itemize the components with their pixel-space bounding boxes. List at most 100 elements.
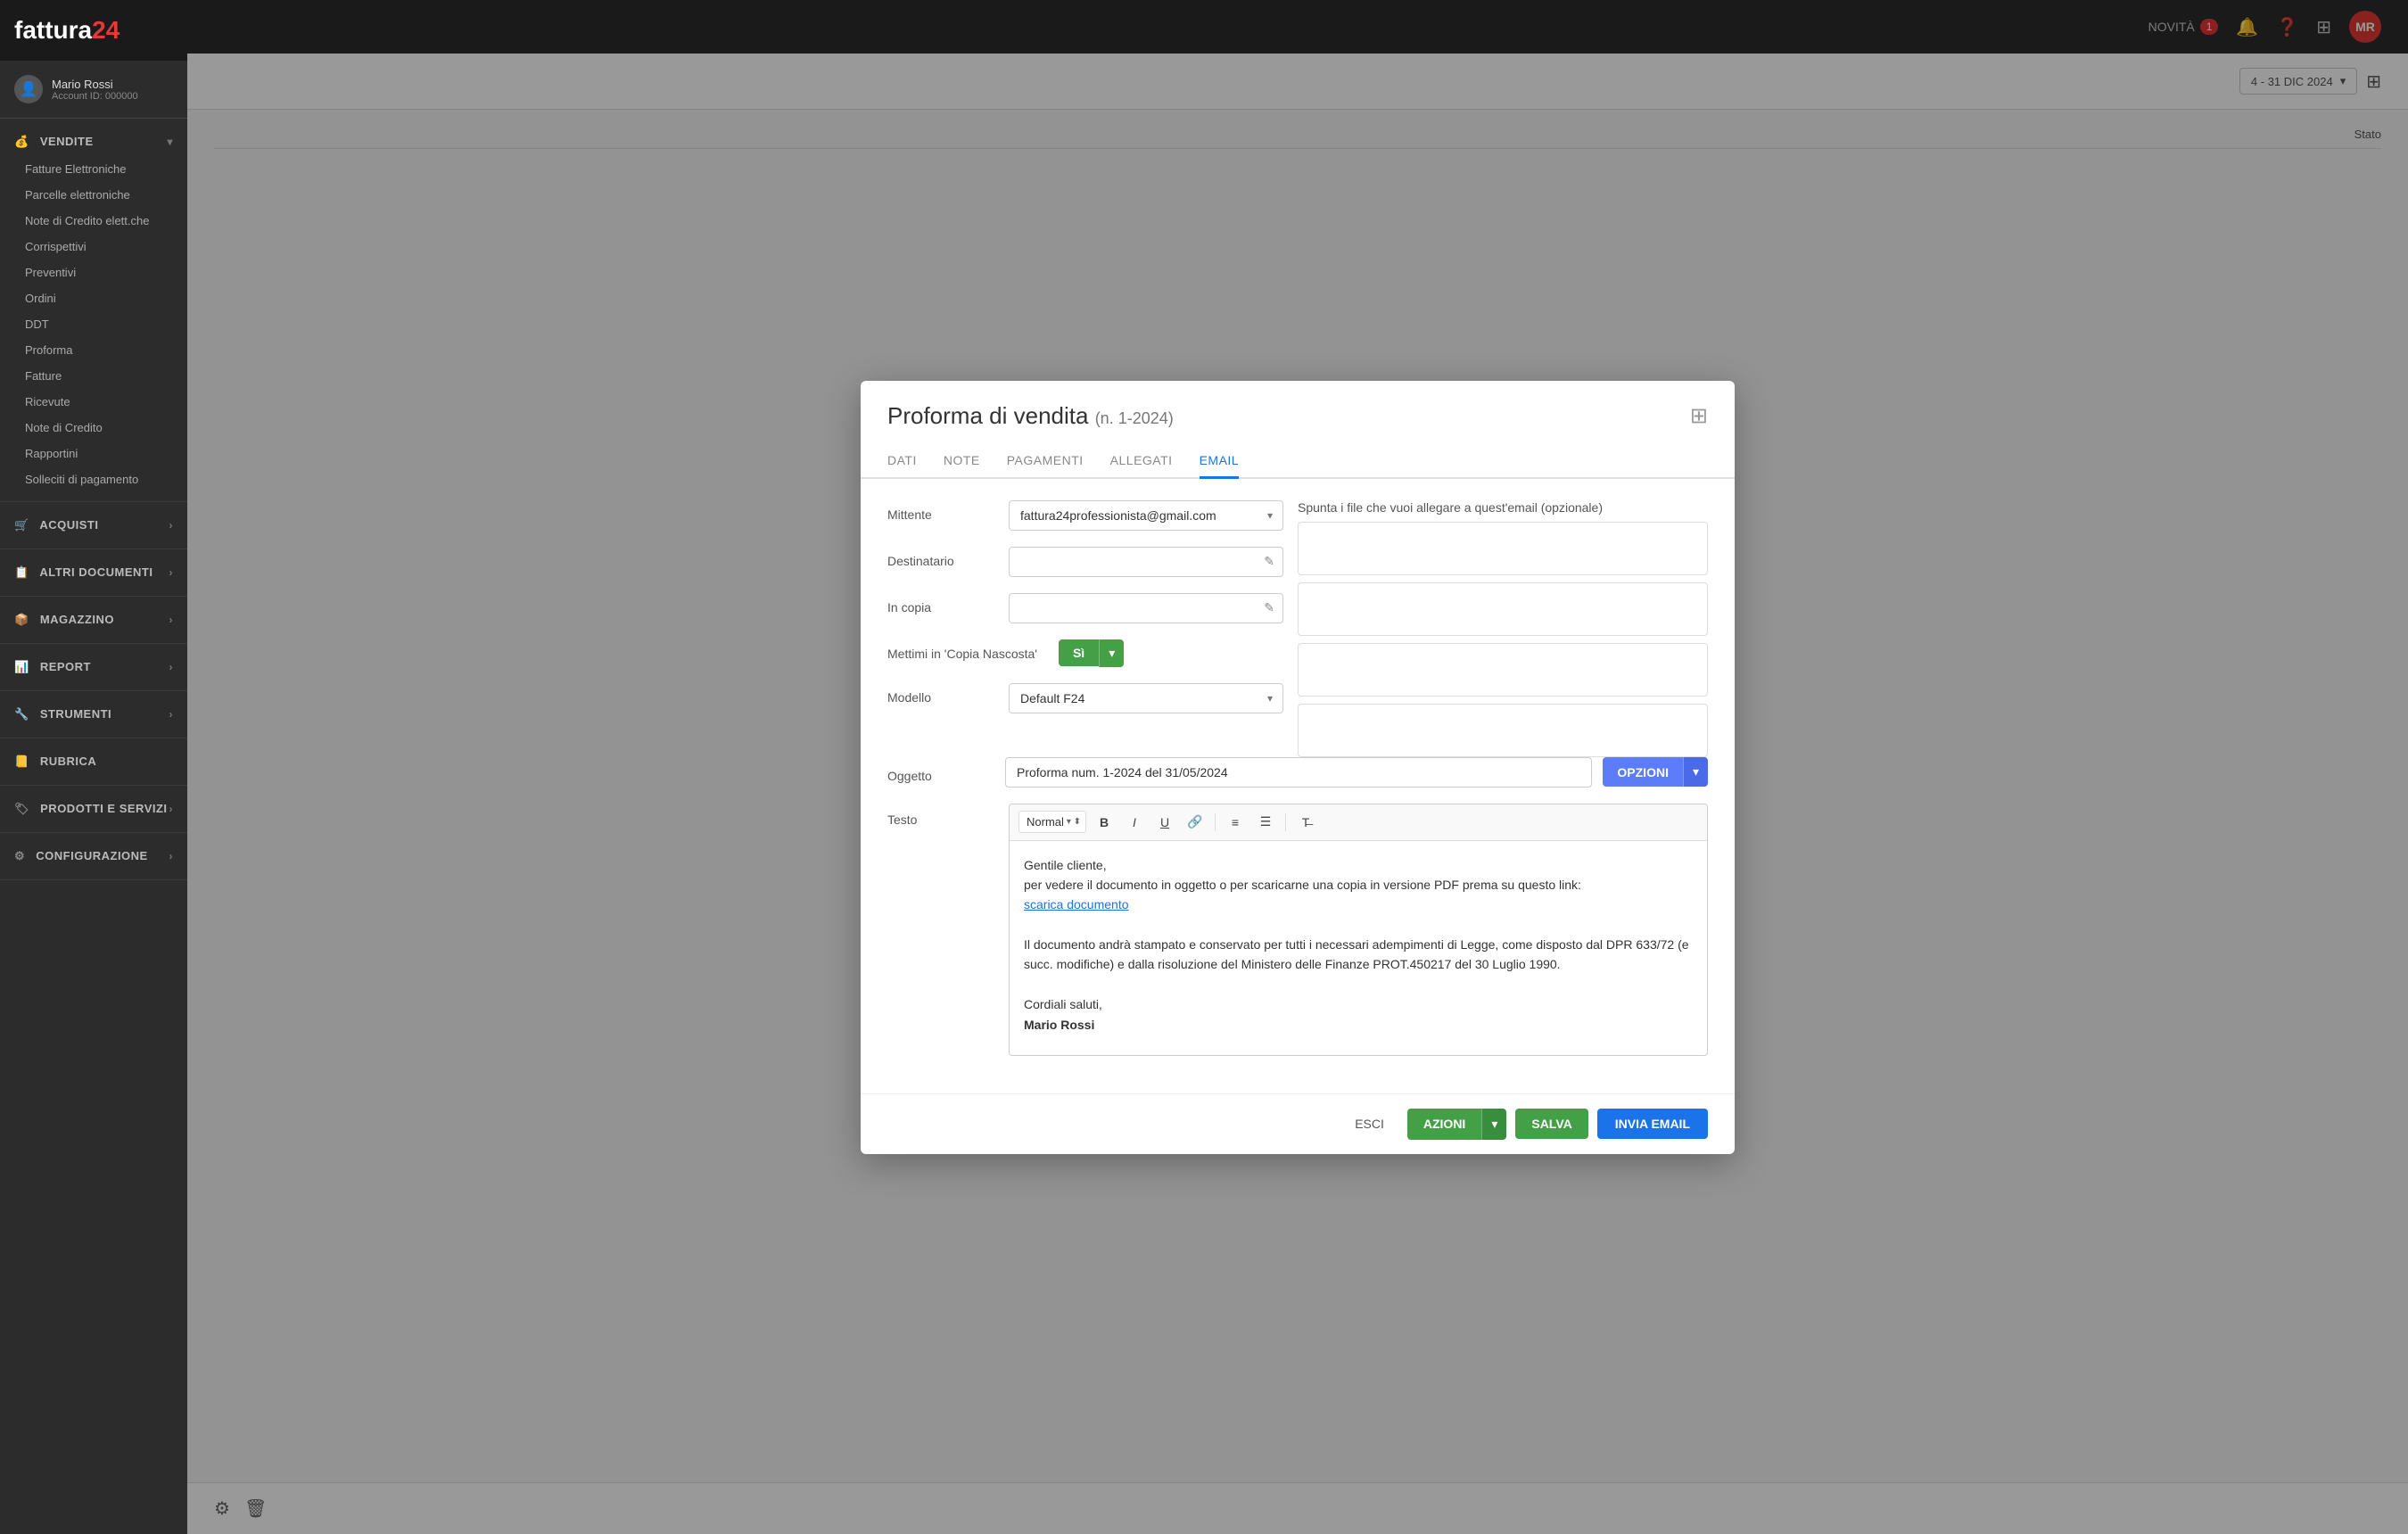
- link-btn[interactable]: 🔗: [1183, 810, 1208, 835]
- azioni-button[interactable]: AZIONI: [1407, 1109, 1481, 1140]
- destinatario-input[interactable]: [1009, 547, 1283, 577]
- tab-email[interactable]: EMAIL: [1200, 444, 1240, 479]
- sidebar-header-rubrica[interactable]: 📒 RUBRICA: [0, 747, 187, 776]
- opzioni-dropdown[interactable]: ▾: [1683, 757, 1708, 787]
- tab-allegati[interactable]: ALLEGATI: [1110, 444, 1173, 479]
- salva-button[interactable]: SALVA: [1515, 1109, 1587, 1139]
- attachment-boxes: [1298, 522, 1708, 757]
- tab-dati[interactable]: DATI: [887, 444, 917, 479]
- body-link[interactable]: scarica documento: [1024, 897, 1129, 911]
- vendite-chevron: ▾: [167, 136, 173, 148]
- in-copia-input-wrapper: ✎: [1009, 593, 1283, 623]
- tab-pagamenti[interactable]: PAGAMENTI: [1007, 444, 1084, 479]
- sidebar-item-fatture-elettroniche[interactable]: Fatture Elettroniche: [0, 156, 187, 182]
- magazzino-icon: 📦: [14, 613, 29, 626]
- esci-button[interactable]: ESCI: [1340, 1109, 1398, 1138]
- sidebar-item-fatture[interactable]: Fatture: [0, 363, 187, 389]
- sidebar-item-solleciti[interactable]: Solleciti di pagamento: [0, 466, 187, 492]
- magazzino-chevron: ›: [169, 614, 174, 626]
- acquisti-icon: 🛒: [14, 518, 29, 532]
- report-label: REPORT: [40, 660, 91, 673]
- underline-btn[interactable]: U: [1152, 810, 1177, 835]
- format-select[interactable]: Normal: [1018, 811, 1086, 833]
- modello-select[interactable]: Default F24: [1009, 683, 1283, 713]
- clear-format-btn[interactable]: T̶: [1293, 810, 1318, 835]
- sidebar-item-corrispettivi[interactable]: Corrispettivi: [0, 234, 187, 260]
- sidebar-logo: fattura24: [0, 0, 187, 61]
- invia-email-button[interactable]: INVIA EMAIL: [1597, 1109, 1708, 1139]
- user-name: Mario Rossi: [52, 78, 138, 91]
- sidebar-item-ricevute[interactable]: Ricevute: [0, 389, 187, 415]
- acquisti-chevron: ›: [169, 519, 174, 532]
- sidebar-section-altri-documenti: 📋 ALTRI DOCUMENTI ›: [0, 549, 187, 597]
- modal: Proforma di vendita (n. 1-2024) ⊞ DATI N…: [861, 381, 1735, 1154]
- editor-content[interactable]: Gentile cliente, per vedere il documento…: [1010, 841, 1707, 1055]
- azioni-dropdown[interactable]: ▾: [1481, 1109, 1506, 1140]
- destinatario-input-wrapper: ✎: [1009, 547, 1283, 577]
- ordered-list-btn[interactable]: ≡: [1223, 810, 1248, 835]
- main-area: NOVITÀ 1 🔔 ❓ ⊞ MR 4 - 31 DIC 2024 ▾ ⊞ St…: [187, 0, 2408, 1534]
- sidebar-item-ddt[interactable]: DDT: [0, 311, 187, 337]
- bold-btn[interactable]: B: [1092, 810, 1117, 835]
- user-info: Mario Rossi Account ID: 000000: [52, 78, 138, 102]
- copia-nascosta-row: Mettimi in 'Copia Nascosta' Sì ▾: [887, 639, 1283, 667]
- sidebar-user: 👤 Mario Rossi Account ID: 000000: [0, 61, 187, 119]
- sidebar-header-configurazione[interactable]: ⚙ CONFIGURAZIONE ›: [0, 842, 187, 870]
- destinatario-label: Destinatario: [887, 547, 994, 568]
- sidebar-section-configurazione: ⚙ CONFIGURAZIONE ›: [0, 833, 187, 880]
- sidebar-header-magazzino[interactable]: 📦 MAGAZZINO ›: [0, 606, 187, 634]
- sidebar-item-note-credito[interactable]: Note di Credito: [0, 415, 187, 441]
- sidebar: fattura24 👤 Mario Rossi Account ID: 0000…: [0, 0, 187, 1534]
- vendite-items: Fatture Elettroniche Parcelle elettronic…: [0, 156, 187, 492]
- sidebar-header-acquisti[interactable]: 🛒 ACQUISTI ›: [0, 511, 187, 540]
- altri-icon: 📋: [14, 565, 29, 579]
- vendite-label: VENDITE: [40, 135, 94, 148]
- sidebar-section-prodotti: 🏷 PRODOTTI E SERVIZI ›: [0, 786, 187, 833]
- modal-body: Mittente fattura24professionista@gmail.c…: [861, 479, 1735, 1093]
- modello-label: Modello: [887, 683, 994, 705]
- email-left-col: Mittente fattura24professionista@gmail.c…: [887, 500, 1283, 730]
- sidebar-item-note-credito-elett[interactable]: Note di Credito elett.che: [0, 208, 187, 234]
- sidebar-header-prodotti[interactable]: 🏷 PRODOTTI E SERVIZI ›: [0, 795, 187, 823]
- sidebar-section-strumenti: 🔧 STRUMENTI ›: [0, 691, 187, 738]
- mittente-select[interactable]: fattura24professionista@gmail.com: [1009, 500, 1283, 531]
- destinatario-row: Destinatario ✎: [887, 547, 1283, 577]
- archive-icon[interactable]: ⊞: [1690, 403, 1708, 429]
- sidebar-section-report: 📊 REPORT ›: [0, 644, 187, 691]
- unordered-list-btn[interactable]: ☰: [1253, 810, 1278, 835]
- email-form-area: Mittente fattura24professionista@gmail.c…: [887, 500, 1708, 757]
- prodotti-icon: 🏷: [14, 802, 29, 815]
- copia-nascosta-si-btn[interactable]: Sì: [1059, 639, 1099, 666]
- body-line1: Gentile cliente,: [1024, 855, 1693, 875]
- in-copia-input[interactable]: [1009, 593, 1283, 623]
- rubrica-icon: 📒: [14, 755, 29, 768]
- tab-note[interactable]: NOTE: [944, 444, 980, 479]
- sidebar-item-ordini[interactable]: Ordini: [0, 285, 187, 311]
- modal-subtitle: (n. 1-2024): [1095, 409, 1174, 427]
- sidebar-header-strumenti[interactable]: 🔧 STRUMENTI ›: [0, 700, 187, 729]
- vendite-icon: 💰: [14, 135, 29, 148]
- oggetto-input[interactable]: [1005, 757, 1592, 788]
- sidebar-item-parcelle-elettroniche[interactable]: Parcelle elettroniche: [0, 182, 187, 208]
- sidebar-section-acquisti: 🛒 ACQUISTI ›: [0, 502, 187, 549]
- copia-nascosta-toggle: Sì ▾: [1059, 639, 1124, 667]
- sidebar-item-preventivi[interactable]: Preventivi: [0, 260, 187, 285]
- opzioni-button[interactable]: OPZIONI: [1603, 757, 1683, 787]
- sidebar-header-altri[interactable]: 📋 ALTRI DOCUMENTI ›: [0, 558, 187, 587]
- in-copia-label: In copia: [887, 593, 994, 614]
- toolbar-divider: [1215, 813, 1216, 831]
- body-line3: Il documento andrà stampato e conservato…: [1024, 935, 1693, 975]
- attachment-box-1: [1298, 522, 1708, 575]
- in-copia-edit-icon[interactable]: ✎: [1264, 600, 1274, 615]
- testo-label: Testo: [887, 804, 994, 827]
- sidebar-item-rapportini[interactable]: Rapportini: [0, 441, 187, 466]
- sidebar-header-report[interactable]: 📊 REPORT ›: [0, 653, 187, 681]
- sidebar-item-proforma[interactable]: Proforma: [0, 337, 187, 363]
- destinatario-edit-icon[interactable]: ✎: [1264, 554, 1274, 569]
- sidebar-header-vendite[interactable]: 💰 VENDITE ▾: [0, 128, 187, 156]
- italic-btn[interactable]: I: [1122, 810, 1147, 835]
- report-icon: 📊: [14, 660, 29, 673]
- copia-nascosta-dropdown[interactable]: ▾: [1099, 639, 1124, 667]
- altri-label: ALTRI DOCUMENTI: [39, 565, 153, 579]
- modal-title-block: Proforma di vendita (n. 1-2024): [887, 402, 1174, 430]
